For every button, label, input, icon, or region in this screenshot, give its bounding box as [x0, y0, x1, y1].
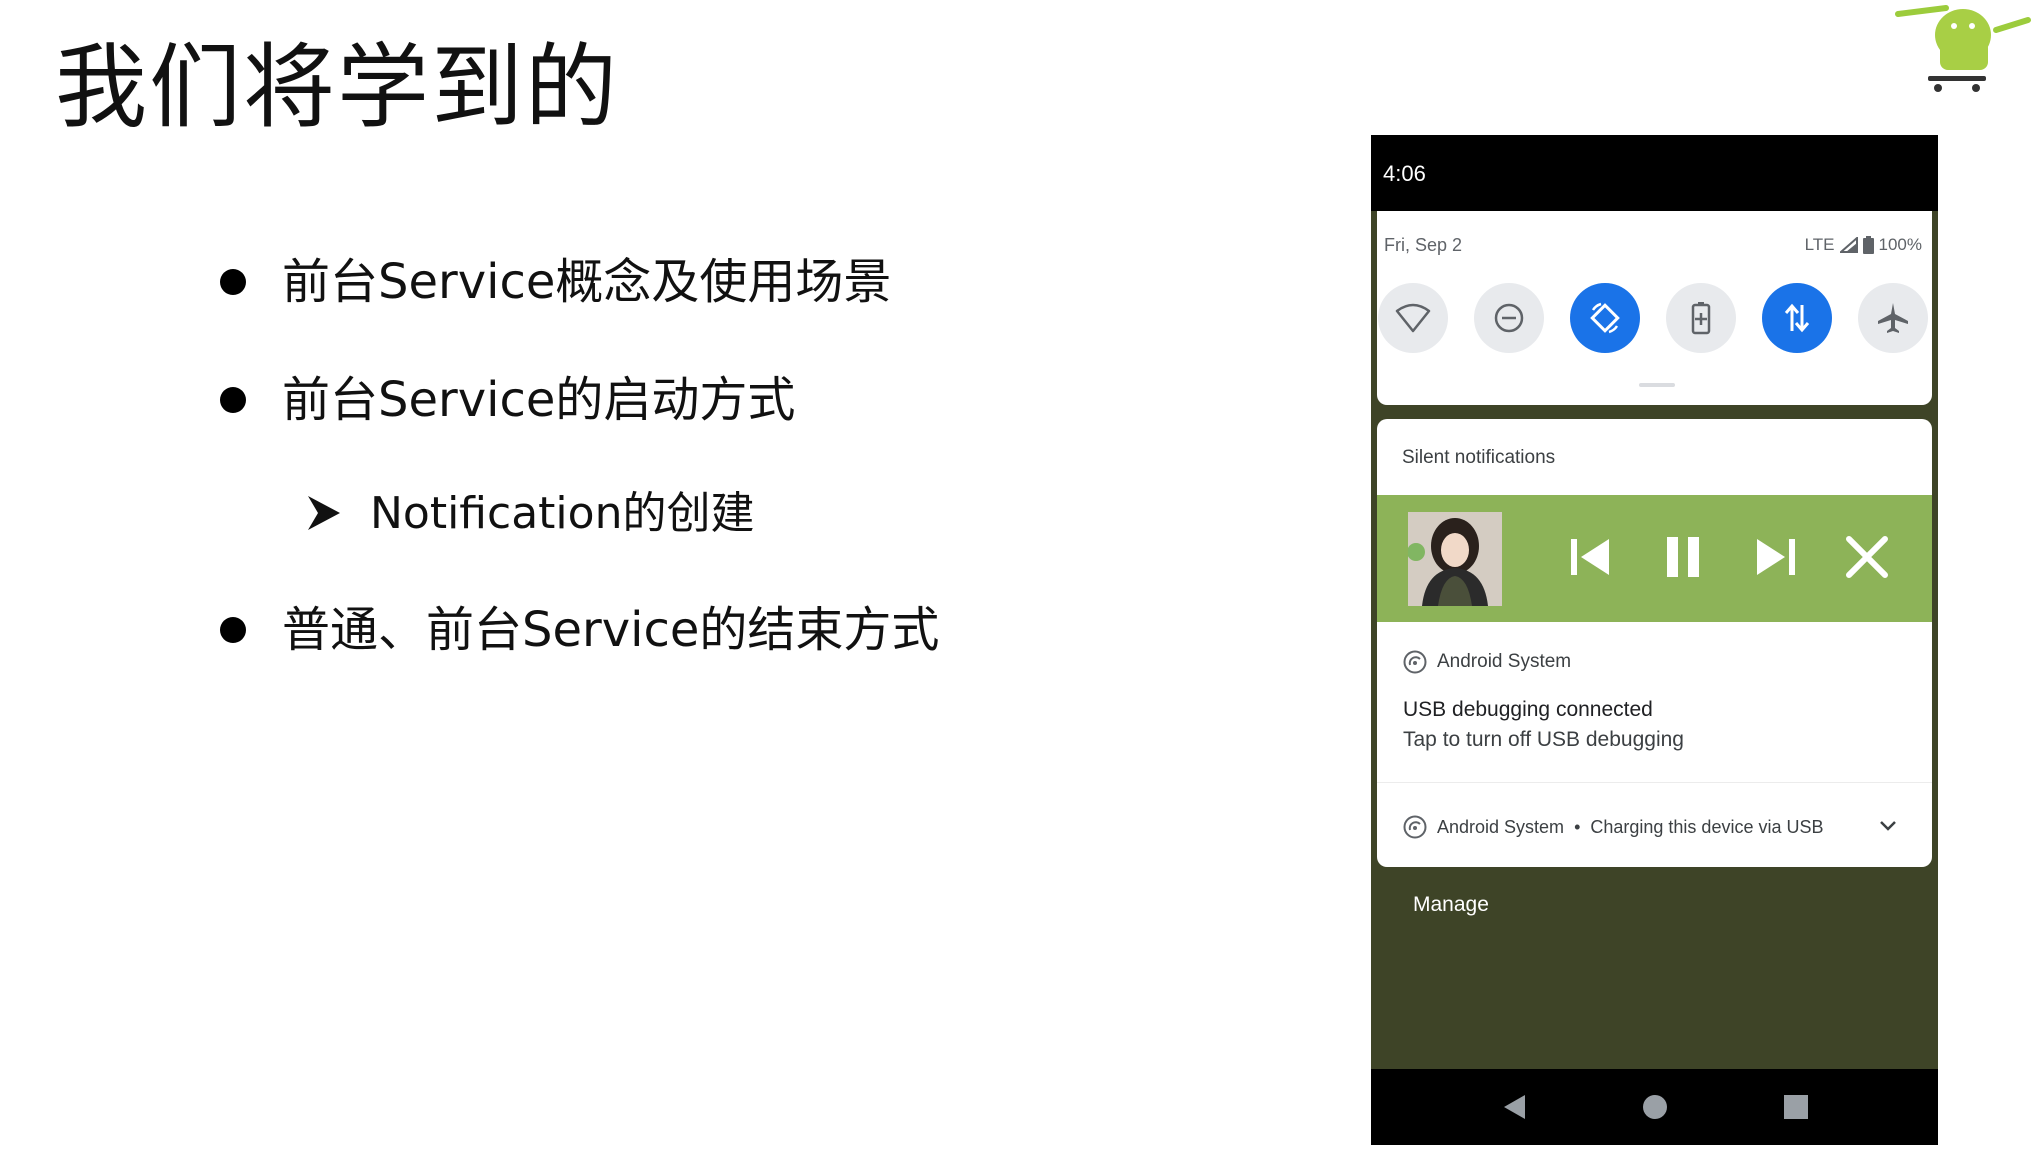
back-button[interactable]: [1498, 1091, 1530, 1123]
status-time: 4:06: [1383, 161, 1426, 186]
notification-app-name: Android System: [1437, 651, 1572, 672]
notification-divider: [1377, 782, 1932, 783]
battery-saver-icon: [1691, 302, 1711, 335]
pause-button[interactable]: [1651, 525, 1715, 589]
do-not-disturb-tile[interactable]: [1474, 283, 1544, 353]
notification-app-row: Android System: [1403, 650, 1571, 674]
usb-debugging-notification[interactable]: Android System USB debugging connected T…: [1377, 622, 1932, 782]
recents-icon: [1784, 1095, 1808, 1119]
mobile-data-icon: [1784, 303, 1810, 333]
charging-app-name: Android System: [1437, 816, 1565, 837]
next-track-button[interactable]: [1743, 525, 1807, 589]
close-icon: [1846, 536, 1888, 578]
quick-settings-panel[interactable]: Fri, Sep 2 LTE 100%: [1377, 211, 1932, 405]
notification-text: Tap to turn off USB debugging: [1403, 728, 1684, 751]
qs-status-icons: LTE 100%: [1805, 235, 1922, 255]
android-system-icon: [1403, 815, 1427, 839]
previous-icon: [1571, 539, 1609, 575]
network-type: LTE: [1804, 235, 1835, 254]
bullet-item: 普通、前台Service的结束方式: [220, 600, 940, 660]
battery-saver-tile[interactable]: [1666, 283, 1736, 353]
back-icon: [1504, 1095, 1525, 1119]
charging-separator: •: [1574, 816, 1581, 837]
next-icon: [1757, 539, 1795, 575]
arrow-bullet-icon: [308, 496, 340, 530]
do-not-disturb-icon: [1494, 303, 1524, 333]
bullet-text: 前台Service概念及使用场景: [282, 254, 892, 310]
media-notification[interactable]: [1377, 495, 1932, 622]
close-media-button[interactable]: [1835, 525, 1899, 589]
bullet-dot: [220, 617, 246, 643]
bullet-item: 前台Service的启动方式: [220, 370, 796, 430]
bullet-text: 前台Service的启动方式: [282, 372, 796, 428]
airplane-mode-tile[interactable]: [1858, 283, 1928, 353]
bullet-dot: [220, 269, 246, 295]
mobile-data-tile[interactable]: [1762, 283, 1832, 353]
notification-shade: Silent notifications Android System USB …: [1377, 419, 1932, 867]
navigation-bar: [1371, 1069, 1938, 1145]
android-system-icon: [1403, 650, 1427, 674]
signal-icon: [1839, 237, 1858, 253]
pause-icon: [1667, 537, 1699, 577]
charging-text: Charging this device via USB: [1590, 816, 1824, 837]
bullet-item: 前台Service概念及使用场景: [220, 252, 892, 312]
sub-bullet-text: Notification的创建: [370, 488, 755, 539]
status-bar: 4:06: [1371, 135, 1938, 211]
battery-percent: 100%: [1878, 235, 1922, 254]
slide-title: 我们将学到的: [55, 34, 620, 141]
qs-drag-handle[interactable]: [1639, 383, 1675, 387]
phone-screen: 4:06 Fri, Sep 2 LTE 100% Silent notifica…: [1371, 135, 1938, 1145]
recents-button[interactable]: [1780, 1091, 1812, 1123]
android-mascot-logo: [1895, 5, 2031, 92]
chevron-down-icon[interactable]: [1878, 819, 1898, 833]
previous-track-button[interactable]: [1559, 525, 1623, 589]
bullet-dot: [220, 387, 246, 413]
auto-rotate-icon: [1590, 302, 1620, 334]
auto-rotate-tile[interactable]: [1570, 283, 1640, 353]
sub-bullet-item: Notification的创建: [308, 486, 755, 542]
charging-notification[interactable]: Android System • Charging this device vi…: [1403, 815, 1824, 839]
airplane-mode-icon: [1878, 303, 1908, 333]
battery-icon: [1862, 236, 1874, 254]
silent-notifications-header: Silent notifications: [1402, 447, 1556, 468]
home-icon: [1643, 1095, 1667, 1119]
home-button[interactable]: [1639, 1091, 1671, 1123]
qs-date[interactable]: Fri, Sep 2: [1384, 235, 1462, 256]
notification-title: USB debugging connected: [1403, 698, 1653, 721]
wifi-tile[interactable]: [1378, 283, 1448, 353]
qs-tiles: [1378, 283, 1931, 355]
manage-button[interactable]: Manage: [1413, 893, 1489, 917]
album-art: [1408, 512, 1502, 606]
bullet-text: 普通、前台Service的结束方式: [282, 602, 940, 658]
album-art-image: [1408, 512, 1502, 606]
wifi-icon: [1395, 303, 1431, 333]
